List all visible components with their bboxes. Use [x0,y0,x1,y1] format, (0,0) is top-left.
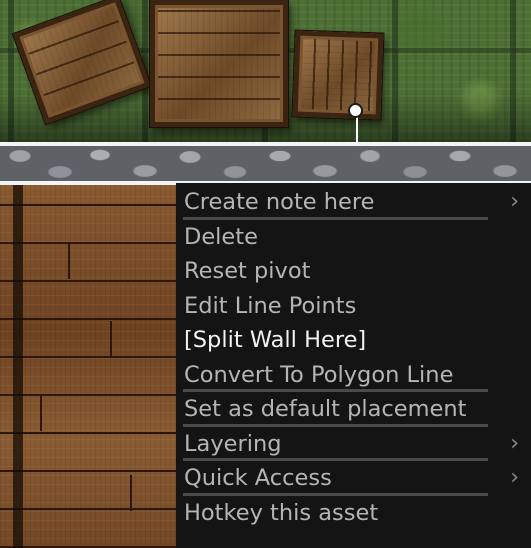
menu-item-label: Set as default placement [184,396,467,422]
chevron-right-icon: › [510,430,519,456]
plank-seam [68,243,70,279]
chevron-right-icon: › [510,465,519,490]
menu-item-label: Create note here [184,189,375,215]
context-menu: Create note here › Delete Reset pivot Ed… [176,183,531,548]
menu-item-label: Convert To Polygon Line [184,361,454,388]
menu-item-label: Layering [184,430,282,457]
menu-item-quick-access[interactable]: Quick Access › [176,461,531,496]
menu-item-create-note[interactable]: Create note here › [176,185,531,220]
chevron-right-icon: › [510,189,519,214]
menu-item-label: Edit Line Points [184,292,357,319]
wall-pivot-stem [356,116,358,142]
menu-item-default-placement[interactable]: Set as default placement [176,392,531,427]
menu-item-label: Delete [184,223,258,250]
plank-seam [40,395,42,431]
crate-asset-large[interactable] [150,0,288,127]
menu-item-label: Quick Access [184,465,332,491]
map-canvas[interactable]: Create note here › Delete Reset pivot Ed… [0,0,531,548]
menu-item-label: [Split Wall Here] [184,327,367,353]
menu-item-split-wall[interactable]: [Split Wall Here] [176,323,531,358]
plank-seam [130,475,132,511]
menu-item-reset-pivot[interactable]: Reset pivot [176,254,531,289]
menu-item-layering[interactable]: Layering › [176,427,531,462]
plank-seam [110,321,112,357]
menu-item-hotkey-asset[interactable]: Hotkey this asset [176,496,531,531]
stone-wall[interactable] [0,146,531,181]
menu-item-edit-line-points[interactable]: Edit Line Points [176,289,531,324]
floor-grid-line [13,185,23,548]
menu-item-delete[interactable]: Delete [176,220,531,255]
menu-item-convert-polygon[interactable]: Convert To Polygon Line [176,358,531,393]
wall-pivot-handle[interactable] [348,103,363,118]
crate-asset-small[interactable] [292,30,384,120]
menu-item-label: Reset pivot [184,258,311,284]
menu-item-label: Hotkey this asset [184,499,379,526]
